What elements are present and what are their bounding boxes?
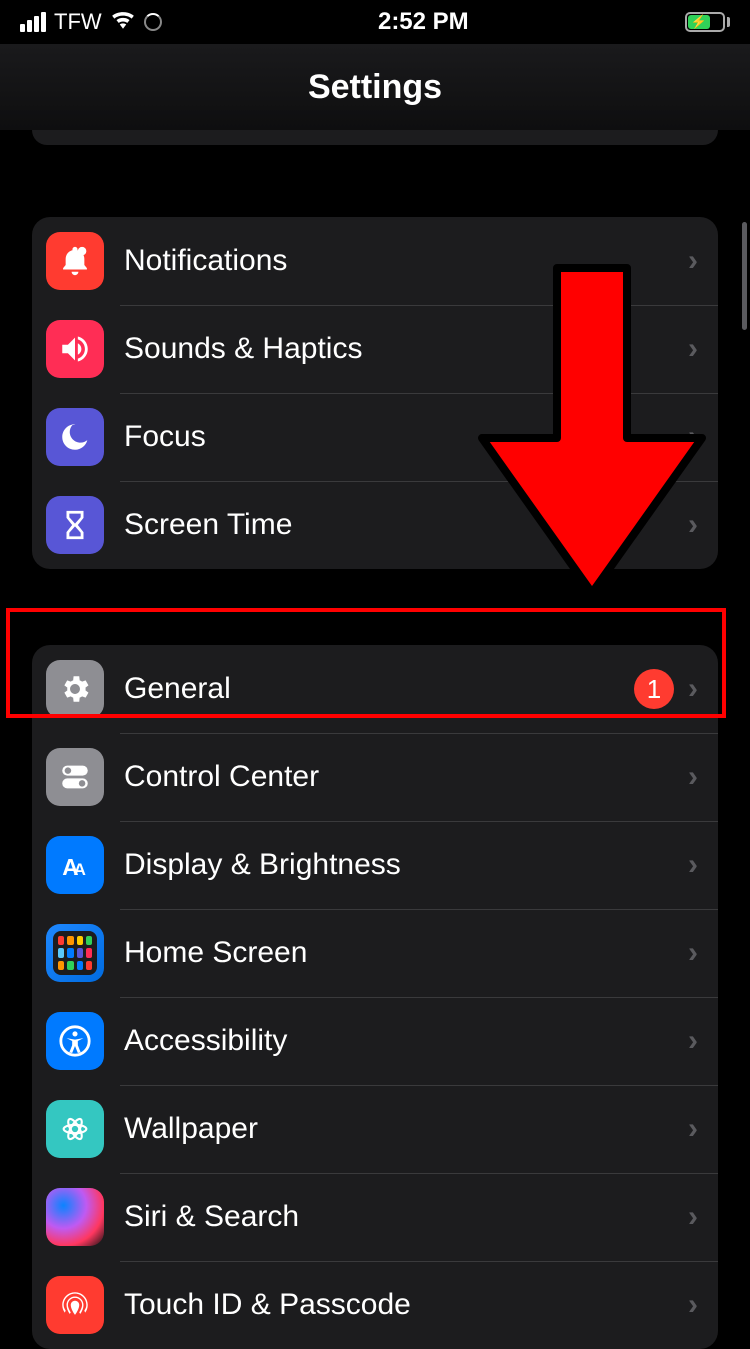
touch-id-icon — [46, 1276, 104, 1334]
chevron-right-icon: › — [688, 936, 698, 970]
row-label: Sounds & Haptics — [124, 332, 674, 366]
scroll-indicator — [742, 222, 747, 330]
settings-group-2: General 1 › Control Center › AA Display … — [32, 645, 718, 1349]
chevron-right-icon: › — [688, 508, 698, 542]
row-label: Focus — [124, 420, 674, 454]
row-control-center[interactable]: Control Center › — [32, 733, 718, 821]
chevron-right-icon: › — [688, 760, 698, 794]
row-focus[interactable]: Focus › — [32, 393, 718, 481]
row-label: Accessibility — [124, 1024, 674, 1058]
prev-group-bottom — [32, 130, 718, 145]
status-right: ⚡ — [685, 12, 730, 32]
row-display-brightness[interactable]: AA Display & Brightness › — [32, 821, 718, 909]
chevron-right-icon: › — [688, 420, 698, 454]
row-notifications[interactable]: Notifications › — [32, 217, 718, 305]
sounds-icon — [46, 320, 104, 378]
carrier-label: TFW — [54, 9, 102, 35]
wifi-icon — [110, 8, 136, 36]
wallpaper-icon — [46, 1100, 104, 1158]
siri-icon — [46, 1188, 104, 1246]
row-label: Control Center — [124, 760, 674, 794]
nav-bar: Settings — [0, 44, 750, 130]
general-icon — [46, 660, 104, 718]
notification-badge: 1 — [634, 669, 674, 709]
row-label: General — [124, 672, 634, 706]
row-screen-time[interactable]: Screen Time › — [32, 481, 718, 569]
focus-icon — [46, 408, 104, 466]
chevron-right-icon: › — [688, 1112, 698, 1146]
chevron-right-icon: › — [688, 1200, 698, 1234]
status-time: 2:52 PM — [378, 8, 469, 36]
row-general[interactable]: General 1 › — [32, 645, 718, 733]
row-siri-search[interactable]: Siri & Search › — [32, 1173, 718, 1261]
chevron-right-icon: › — [688, 1288, 698, 1322]
row-label: Screen Time — [124, 508, 674, 542]
chevron-right-icon: › — [688, 332, 698, 366]
loading-spinner-icon — [144, 13, 162, 31]
settings-list[interactable]: Notifications › Sounds & Haptics › Focus… — [0, 130, 750, 1349]
row-label: Home Screen — [124, 936, 674, 970]
row-label: Notifications — [124, 244, 674, 278]
row-sounds-haptics[interactable]: Sounds & Haptics › — [32, 305, 718, 393]
status-left: TFW — [20, 8, 162, 36]
cellular-signal-icon — [20, 12, 46, 32]
home-screen-icon — [46, 924, 104, 982]
screen-time-icon — [46, 496, 104, 554]
row-label: Wallpaper — [124, 1112, 674, 1146]
chevron-right-icon: › — [688, 244, 698, 278]
settings-group-1: Notifications › Sounds & Haptics › Focus… — [32, 217, 718, 569]
row-label: Display & Brightness — [124, 848, 674, 882]
accessibility-icon — [46, 1012, 104, 1070]
row-home-screen[interactable]: Home Screen › — [32, 909, 718, 997]
row-wallpaper[interactable]: Wallpaper › — [32, 1085, 718, 1173]
row-label: Touch ID & Passcode — [124, 1288, 674, 1322]
battery-icon: ⚡ — [685, 12, 730, 32]
chevron-right-icon: › — [688, 1024, 698, 1058]
display-icon: AA — [46, 836, 104, 894]
chevron-right-icon: › — [688, 848, 698, 882]
row-touch-id-passcode[interactable]: Touch ID & Passcode › — [32, 1261, 718, 1349]
svg-text:A: A — [74, 860, 86, 879]
row-accessibility[interactable]: Accessibility › — [32, 997, 718, 1085]
page-title: Settings — [308, 68, 442, 107]
chevron-right-icon: › — [688, 672, 698, 706]
control-center-icon — [46, 748, 104, 806]
status-bar: TFW 2:52 PM ⚡ — [0, 0, 750, 44]
row-label: Siri & Search — [124, 1200, 674, 1234]
notifications-icon — [46, 232, 104, 290]
